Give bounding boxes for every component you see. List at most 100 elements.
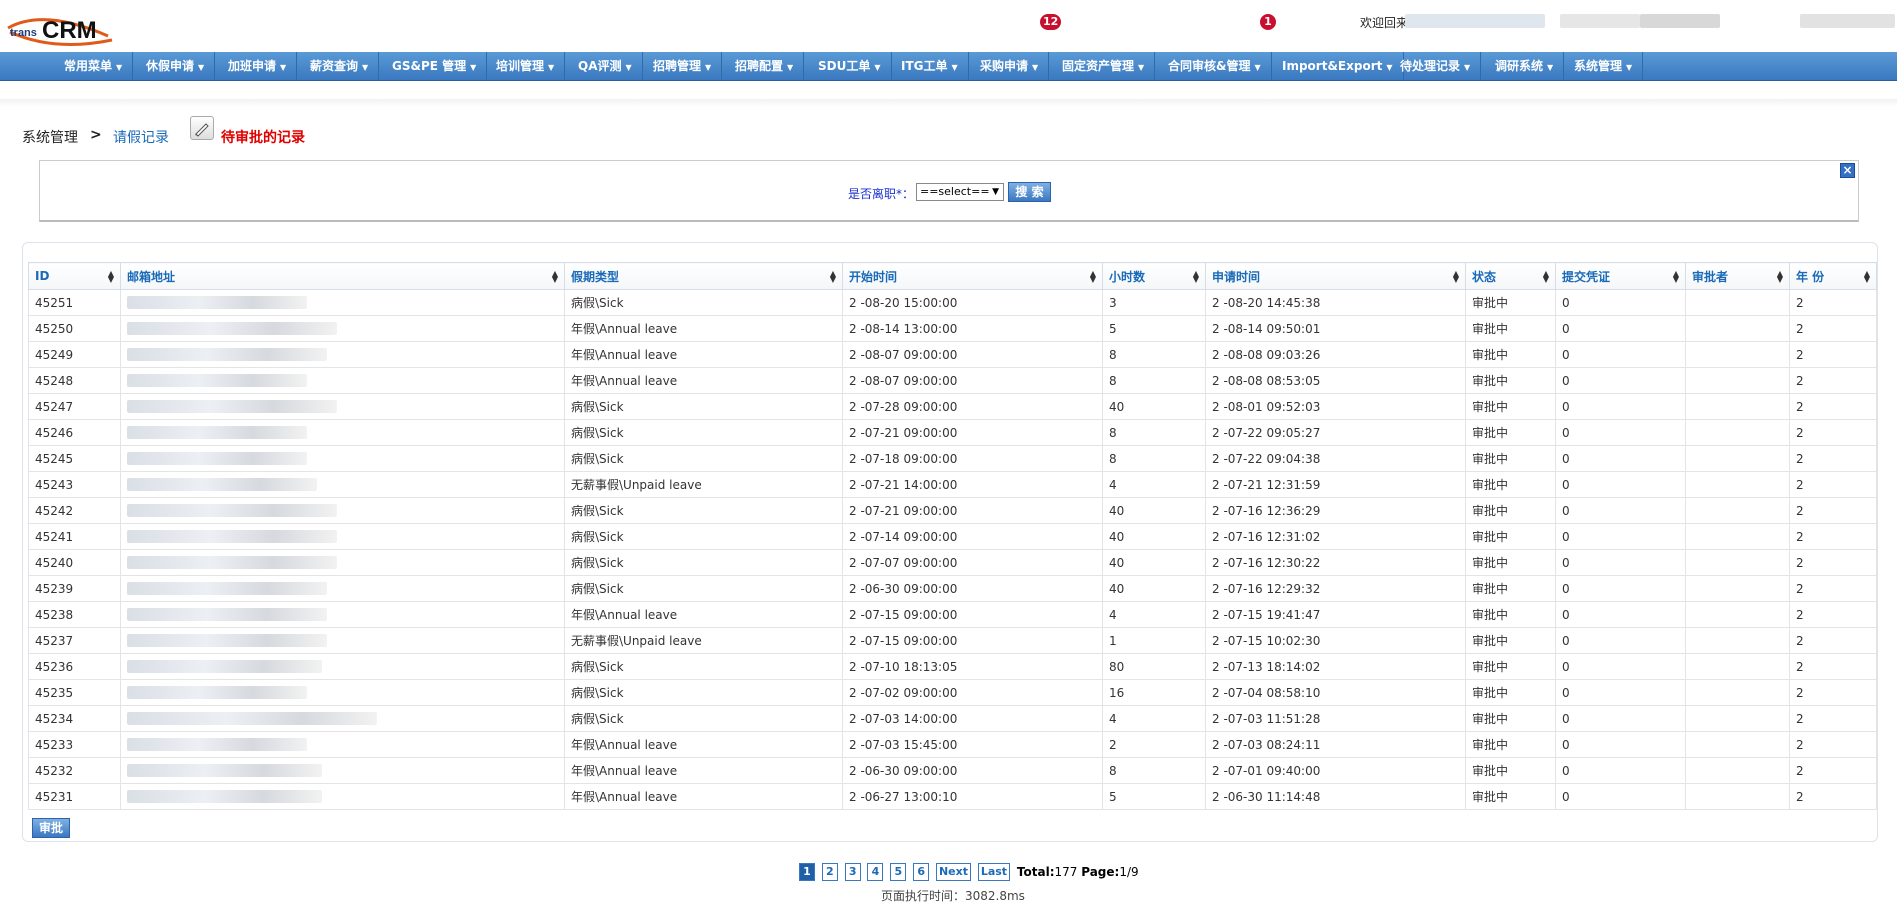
column-header-start-time[interactable]: 开始时间 ▲ ▼ — [842, 262, 1103, 290]
table-row[interactable]: 45232 年假\Annual leave 2 -06-30 09:00:00 8 2 … — [28, 757, 1877, 784]
sort-icon[interactable]: ▲ ▼ — [1193, 270, 1199, 284]
table-row[interactable]: 45250 年假\Annual leave 2 -08-14 13:00:00 5 2 … — [28, 315, 1877, 342]
table-row[interactable]: 45235 病假\Sick 2 -07-02 09:00:00 16 2 -07-04 … — [28, 679, 1877, 706]
nav-item-system-manage[interactable]: 系统管理 ▼ — [1564, 52, 1644, 80]
cell-status: 审批中 — [1465, 419, 1556, 446]
cell-id: 45245 — [28, 445, 121, 472]
cell-id: 45237 — [28, 627, 121, 654]
column-header-leave-type[interactable]: 假期类型 ▲ ▼ — [564, 262, 843, 290]
nav-item-survey[interactable]: 调研系统 ▼ — [1485, 52, 1565, 80]
nav-item-overtime-apply[interactable]: 加班申请 ▼ — [218, 52, 298, 80]
approve-button[interactable]: 审批 — [32, 818, 70, 838]
resigned-filter-select[interactable]: ==select== ▼ — [916, 183, 1004, 201]
cell-id: 45234 — [28, 705, 121, 732]
close-icon[interactable]: × — [1840, 163, 1855, 178]
nav-item-contract-review[interactable]: 合同审核&管理 ▼ — [1158, 52, 1272, 80]
column-header-proof[interactable]: 提交凭证 ▲ ▼ — [1555, 262, 1686, 290]
sort-icon[interactable]: ▲ ▼ — [1864, 270, 1870, 284]
table-row[interactable]: 45231 年假\Annual leave 2 -06-27 13:00:10 5 2 … — [28, 783, 1877, 810]
nav-item-leave-apply[interactable]: 休假申请 ▼ — [136, 52, 216, 80]
redacted-email — [127, 608, 327, 621]
sort-icon[interactable]: ▲ ▼ — [1777, 270, 1783, 284]
table-row[interactable]: 45237 无薪事假\Unpaid leave 2 -07-15 09:00:00 1… — [28, 627, 1877, 654]
cell-email — [120, 289, 565, 316]
page-link-4[interactable]: 4 — [867, 863, 884, 881]
cell-hours: 8 — [1102, 445, 1206, 472]
cell-proof: 0 — [1555, 393, 1686, 420]
column-header-status[interactable]: 状态 ▲ ▼ — [1465, 262, 1556, 290]
notification-badge[interactable]: 12 — [1040, 14, 1062, 30]
table-row[interactable]: 45249 年假\Annual leave 2 -08-07 09:00:00 8 2 … — [28, 341, 1877, 368]
table-row[interactable]: 45246 病假\Sick 2 -07-21 09:00:00 8 2 -07-22 0… — [28, 419, 1877, 446]
table-row[interactable]: 45239 病假\Sick 2 -06-30 09:00:00 40 2 -07-16 … — [28, 575, 1877, 602]
transcrm-logo[interactable]: trans CRM — [4, 6, 116, 50]
cell-apply-time: 2 -08-14 09:50:01 — [1205, 315, 1466, 342]
cell-id: 45235 — [28, 679, 121, 706]
nav-item-recruit-manage[interactable]: 招聘管理 ▼ — [643, 52, 723, 80]
search-button[interactable]: 搜 索 — [1008, 182, 1051, 202]
table-row[interactable]: 45248 年假\Annual leave 2 -08-07 09:00:00 8 2 … — [28, 367, 1877, 394]
nav-item-purchase[interactable]: 采购申请 ▼ — [970, 52, 1050, 80]
last-page-link[interactable]: Last — [977, 863, 1011, 881]
page-link-5[interactable]: 5 — [890, 863, 907, 881]
nav-item-sdu-ticket[interactable]: SDU工单 ▼ — [808, 52, 892, 80]
column-header-email[interactable]: 邮箱地址 ▲ ▼ — [120, 262, 565, 290]
next-page-link[interactable]: Next — [935, 863, 971, 881]
nav-item-recruit-config[interactable]: 招聘配置 ▼ — [725, 52, 805, 80]
sort-icon[interactable]: ▲ ▼ — [830, 270, 836, 284]
cell-apply-time: 2 -07-01 09:40:00 — [1205, 757, 1466, 784]
sort-icon[interactable]: ▲ ▼ — [108, 270, 114, 284]
nav-item-pending-records[interactable]: 待处理记录 ▼ — [1390, 52, 1482, 80]
breadcrumb-pending-approval[interactable]: 待审批的记录 — [221, 127, 305, 147]
nav-item-itg-ticket[interactable]: ITG工单 ▼ — [891, 52, 969, 80]
sort-icon[interactable]: ▲ ▼ — [1543, 270, 1549, 284]
nav-item-import-export[interactable]: Import&Export ▼ — [1272, 52, 1404, 80]
table-row[interactable]: 45236 病假\Sick 2 -07-10 18:13:05 80 2 -07-13 … — [28, 653, 1877, 680]
table-row[interactable]: 45238 年假\Annual leave 2 -07-15 09:00:00 4 2 … — [28, 601, 1877, 628]
sort-icon[interactable]: ▲ ▼ — [552, 270, 558, 284]
table-row[interactable]: 45241 病假\Sick 2 -07-14 09:00:00 40 2 -07-16 … — [28, 523, 1877, 550]
page-link-6[interactable]: 6 — [913, 863, 930, 881]
table-row[interactable]: 45245 病假\Sick 2 -07-18 09:00:00 8 2 -07-22 0… — [28, 445, 1877, 472]
cell-start-time: 2 -07-21 14:00:00 — [842, 471, 1103, 498]
column-header-hours[interactable]: 小时数 ▲ ▼ — [1102, 262, 1206, 290]
notification-badge[interactable]: 1 — [1260, 14, 1276, 30]
nav-item-gspe-manage[interactable]: GS&PE 管理 ▼ — [382, 52, 488, 80]
page-link-3[interactable]: 3 — [844, 863, 861, 881]
redacted-email — [127, 530, 337, 543]
cell-leave-type: 年假\Annual leave — [564, 315, 843, 342]
cell-status: 审批中 — [1465, 393, 1556, 420]
pending-records-icon[interactable] — [190, 116, 214, 140]
nav-item-salary-query[interactable]: 薪资查询 ▼ — [300, 52, 380, 80]
table-row[interactable]: 45234 病假\Sick 2 -07-03 14:00:00 4 2 -07-03 1… — [28, 705, 1877, 732]
breadcrumb-leave-records[interactable]: 请假记录 — [113, 127, 169, 147]
table-row[interactable]: 45247 病假\Sick 2 -07-28 09:00:00 40 2 -08-01 … — [28, 393, 1877, 420]
page-link-2[interactable]: 2 — [821, 863, 838, 881]
cell-year: 2 — [1789, 679, 1877, 706]
table-row[interactable]: 45233 年假\Annual leave 2 -07-03 15:45:00 2 2 … — [28, 731, 1877, 758]
nav-item-training[interactable]: 培训管理 ▼ — [486, 52, 566, 80]
cell-start-time: 2 -07-18 09:00:00 — [842, 445, 1103, 472]
sort-icon[interactable]: ▲ ▼ — [1453, 270, 1459, 284]
table-row[interactable]: 45243 无薪事假\Unpaid leave 2 -07-21 14:00:00 4… — [28, 471, 1877, 498]
cell-year: 2 — [1789, 315, 1877, 342]
cell-id: 45250 — [28, 315, 121, 342]
nav-item-common-menu[interactable]: 常用菜单 ▼ — [54, 52, 134, 80]
nav-item-fixed-assets[interactable]: 固定资产管理 ▼ — [1052, 52, 1156, 80]
redacted-username — [1640, 14, 1720, 28]
column-header-apply-time[interactable]: 申请时间 ▲ ▼ — [1205, 262, 1466, 290]
nav-item-qa-review[interactable]: QA评测 ▼ — [568, 52, 643, 80]
sort-icon[interactable]: ▲ ▼ — [1673, 270, 1679, 284]
column-header-approver[interactable]: 审批者 ▲ ▼ — [1685, 262, 1790, 290]
table-row[interactable]: 45240 病假\Sick 2 -07-07 09:00:00 40 2 -07-16 … — [28, 549, 1877, 576]
table-row[interactable]: 45251 病假\Sick 2 -08-20 15:00:00 3 2 -08-20 1… — [28, 289, 1877, 316]
cell-proof: 0 — [1555, 679, 1686, 706]
cell-start-time: 2 -07-15 09:00:00 — [842, 601, 1103, 628]
page-link-1[interactable]: 1 — [799, 863, 815, 881]
column-header-year[interactable]: 年 份 ▲ ▼ — [1789, 262, 1877, 290]
cell-start-time: 2 -07-15 09:00:00 — [842, 627, 1103, 654]
table-row[interactable]: 45242 病假\Sick 2 -07-21 09:00:00 40 2 -07-16 … — [28, 497, 1877, 524]
sort-icon[interactable]: ▲ ▼ — [1090, 270, 1096, 284]
column-header-id[interactable]: ID ▲ ▼ — [28, 262, 121, 290]
cell-apply-time: 2 -06-30 11:14:48 — [1205, 783, 1466, 810]
